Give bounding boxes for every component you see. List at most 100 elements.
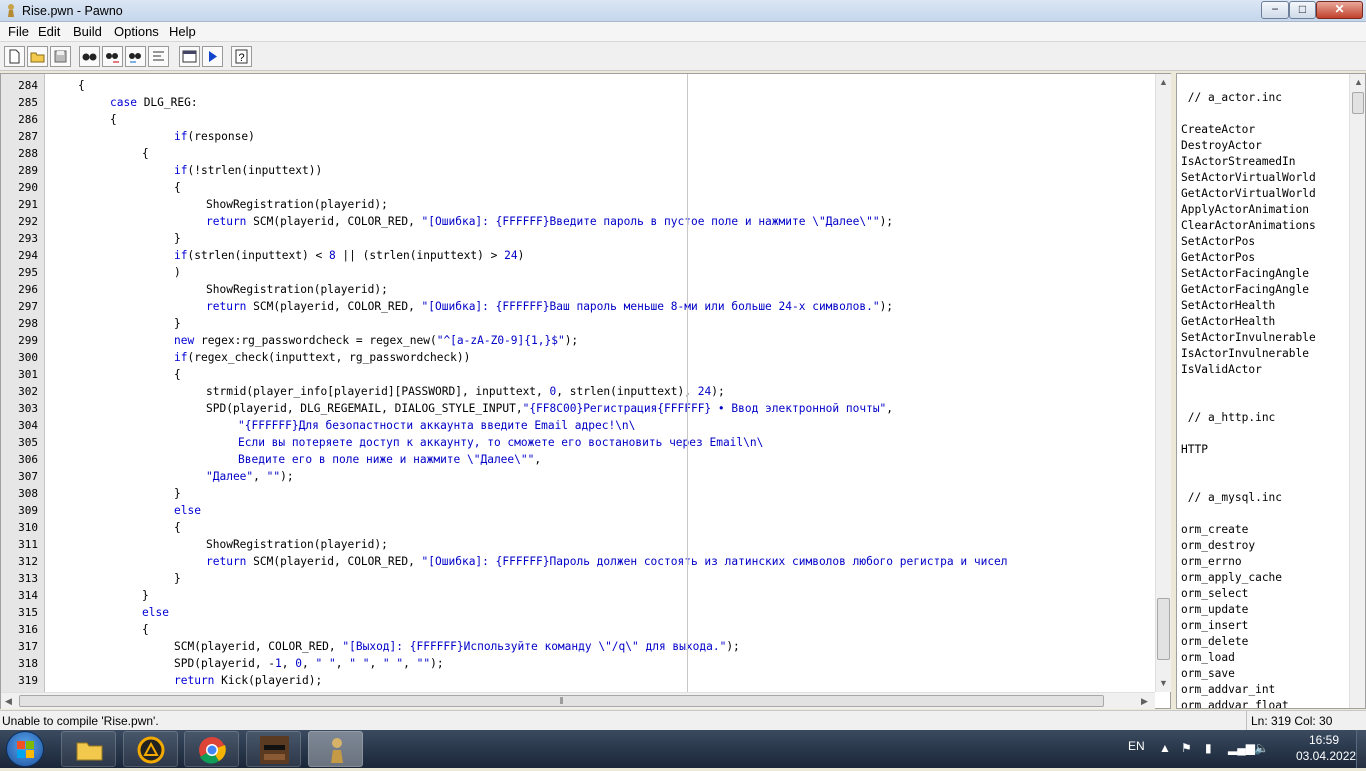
function-list-item[interactable]: HTTP — [1181, 442, 1208, 458]
menu-build[interactable]: Build — [73, 24, 102, 39]
function-list-item[interactable]: ApplyActorAnimation — [1181, 202, 1309, 218]
open-file-icon[interactable] — [27, 46, 48, 67]
taskbar-chrome-icon[interactable] — [184, 731, 239, 767]
function-list-item[interactable]: orm_addvar_float — [1181, 698, 1289, 708]
clock-time[interactable]: 16:59 — [1296, 733, 1352, 747]
function-list-item[interactable]: IsActorStreamedIn — [1181, 154, 1296, 170]
scroll-left-icon[interactable]: ◀ — [5, 696, 12, 707]
function-list-item[interactable]: SetActorInvulnerable — [1181, 330, 1316, 346]
code-line[interactable]: ShowRegistration(playerid); — [206, 196, 388, 213]
network-icon[interactable]: ▂▄▆ — [1228, 741, 1255, 755]
save-file-icon[interactable] — [50, 46, 71, 67]
code-line[interactable]: SPD(playerid, DLG_REGEMAIL, DIALOG_STYLE… — [206, 400, 893, 417]
maximize-button[interactable]: □ — [1289, 1, 1316, 19]
code-line[interactable]: strmid(player_info[playerid][PASSWORD], … — [206, 383, 725, 400]
menu-edit[interactable]: Edit — [38, 24, 60, 39]
code-line[interactable]: new regex:rg_passwordcheck = regex_new("… — [174, 332, 578, 349]
function-list-item[interactable]: SetActorVirtualWorld — [1181, 170, 1316, 186]
scroll-up-icon[interactable]: ▲ — [1159, 77, 1168, 87]
code-area[interactable]: {case DLG_REG:{if(response){if(!strlen(i… — [46, 74, 1155, 692]
function-list-item[interactable]: SetActorHealth — [1181, 298, 1275, 314]
code-line[interactable]: if(response) — [174, 128, 255, 145]
editor-vertical-scrollbar[interactable]: ▲ ▼ — [1155, 74, 1171, 692]
code-line[interactable]: "Далее", ""); — [206, 468, 294, 485]
code-editor[interactable]: 284 285 286 287 288 289 290 291 292 293 294 295 296 2… — [0, 73, 1171, 709]
code-line[interactable]: ShowRegistration(playerid); — [206, 536, 388, 553]
taskbar-explorer-icon[interactable] — [61, 731, 116, 767]
language-indicator[interactable]: EN — [1128, 739, 1145, 753]
show-hidden-icons-icon[interactable]: ▲ — [1159, 741, 1171, 755]
code-line[interactable]: } — [174, 485, 181, 502]
function-list-item[interactable]: orm_delete — [1181, 634, 1248, 650]
function-list-item[interactable]: GetActorHealth — [1181, 314, 1275, 330]
function-list-item[interactable]: orm_insert — [1181, 618, 1248, 634]
function-list-item[interactable]: ClearActorAnimations — [1181, 218, 1316, 234]
show-desktop-button[interactable] — [1356, 730, 1366, 768]
clock-date[interactable]: 03.04.2022 — [1296, 749, 1356, 763]
code-line[interactable]: { — [174, 366, 181, 383]
code-line[interactable]: Введите его в поле ниже и нажмите \"Дале… — [238, 451, 541, 468]
function-list-item[interactable]: orm_load — [1181, 650, 1235, 666]
compile-run-icon[interactable] — [202, 46, 223, 67]
scroll-down-icon[interactable]: ▼ — [1159, 678, 1168, 688]
function-list-item[interactable]: GetActorFacingAngle — [1181, 282, 1309, 298]
code-line[interactable]: if(!strlen(inputtext)) — [174, 162, 322, 179]
code-line[interactable]: else — [174, 502, 201, 519]
code-line[interactable]: return SCM(playerid, COLOR_RED, "[Ошибка… — [206, 213, 893, 230]
function-list-item[interactable]: CreateActor — [1181, 122, 1255, 138]
battery-icon[interactable]: ▮ — [1205, 741, 1212, 755]
code-line[interactable]: } — [142, 587, 149, 604]
editor-vertical-scroll-thumb[interactable] — [1157, 598, 1170, 660]
action-center-flag-icon[interactable]: ⚑ — [1181, 741, 1192, 755]
function-list-item[interactable]: orm_apply_cache — [1181, 570, 1282, 586]
find-icon[interactable] — [79, 46, 100, 67]
minimize-button[interactable]: − — [1261, 1, 1289, 19]
function-list-icon[interactable] — [179, 46, 200, 67]
function-list-item[interactable]: orm_save — [1181, 666, 1235, 682]
function-list-item[interactable]: GetActorPos — [1181, 250, 1255, 266]
code-line[interactable]: { — [142, 145, 149, 162]
function-list-panel[interactable]: // a_actor.inc CreateActor DestroyActor IsA… — [1176, 73, 1366, 709]
code-line[interactable]: { — [78, 77, 85, 94]
code-line[interactable]: { — [110, 111, 117, 128]
close-button[interactable]: ✕ — [1316, 1, 1363, 19]
editor-horizontal-scrollbar[interactable]: ◀ ⦀ ▶ — [1, 692, 1155, 709]
replace-icon[interactable] — [125, 46, 146, 67]
code-line[interactable]: if(strlen(inputtext) < 8 || (strlen(inpu… — [174, 247, 524, 264]
function-list-item[interactable]: orm_create — [1181, 522, 1248, 538]
code-line[interactable]: return Kick(playerid); — [174, 672, 322, 689]
menu-help[interactable]: Help — [169, 24, 196, 39]
code-line[interactable]: if(regex_check(inputtext, rg_passwordche… — [174, 349, 470, 366]
editor-horizontal-scroll-thumb[interactable]: ⦀ — [19, 695, 1104, 707]
code-line[interactable]: Если вы потеряете доступ к аккаунту, то … — [238, 434, 763, 451]
function-list-item[interactable]: SetActorFacingAngle — [1181, 266, 1309, 282]
code-line[interactable]: SPD(playerid, -1, 0, " ", " ", " ", ""); — [174, 655, 444, 672]
code-line[interactable]: else — [142, 604, 169, 621]
code-line[interactable]: return SCM(playerid, COLOR_RED, "[Ошибка… — [206, 553, 1008, 570]
code-line[interactable]: "{FFFFFF}Для безопастности аккаунта введ… — [238, 417, 635, 434]
code-line[interactable]: { — [174, 179, 181, 196]
function-list-item[interactable]: GetActorVirtualWorld — [1181, 186, 1316, 202]
new-file-icon[interactable] — [4, 46, 25, 67]
function-list-item[interactable]: orm_destroy — [1181, 538, 1255, 554]
function-list-item[interactable]: orm_select — [1181, 586, 1248, 602]
scroll-right-icon[interactable]: ▶ — [1141, 696, 1148, 707]
taskbar-pawno-icon[interactable] — [308, 731, 363, 767]
menu-options[interactable]: Options — [114, 24, 159, 39]
function-list-item[interactable]: orm_errno — [1181, 554, 1242, 570]
function-list-item[interactable]: DestroyActor — [1181, 138, 1262, 154]
code-line[interactable]: ) — [174, 264, 181, 281]
goto-line-icon[interactable] — [148, 46, 169, 67]
function-list-item[interactable]: orm_update — [1181, 602, 1248, 618]
code-line[interactable]: ShowRegistration(playerid); — [206, 281, 388, 298]
taskbar-gta-sa-icon[interactable] — [246, 731, 301, 767]
volume-icon[interactable]: 🔈 — [1254, 741, 1269, 755]
code-line[interactable]: case DLG_REG: — [110, 94, 198, 111]
code-line[interactable]: SCM(playerid, COLOR_RED, "[Выход]: {FFFF… — [174, 638, 740, 655]
code-line[interactable]: { — [142, 621, 149, 638]
function-list-scrollbar[interactable]: ▲ — [1349, 74, 1365, 708]
function-list-scroll-thumb[interactable] — [1352, 92, 1364, 114]
taskbar-game-launcher-icon[interactable] — [123, 731, 178, 767]
code-line[interactable]: return SCM(playerid, COLOR_RED, "[Ошибка… — [206, 298, 893, 315]
function-list-item[interactable]: SetActorPos — [1181, 234, 1255, 250]
